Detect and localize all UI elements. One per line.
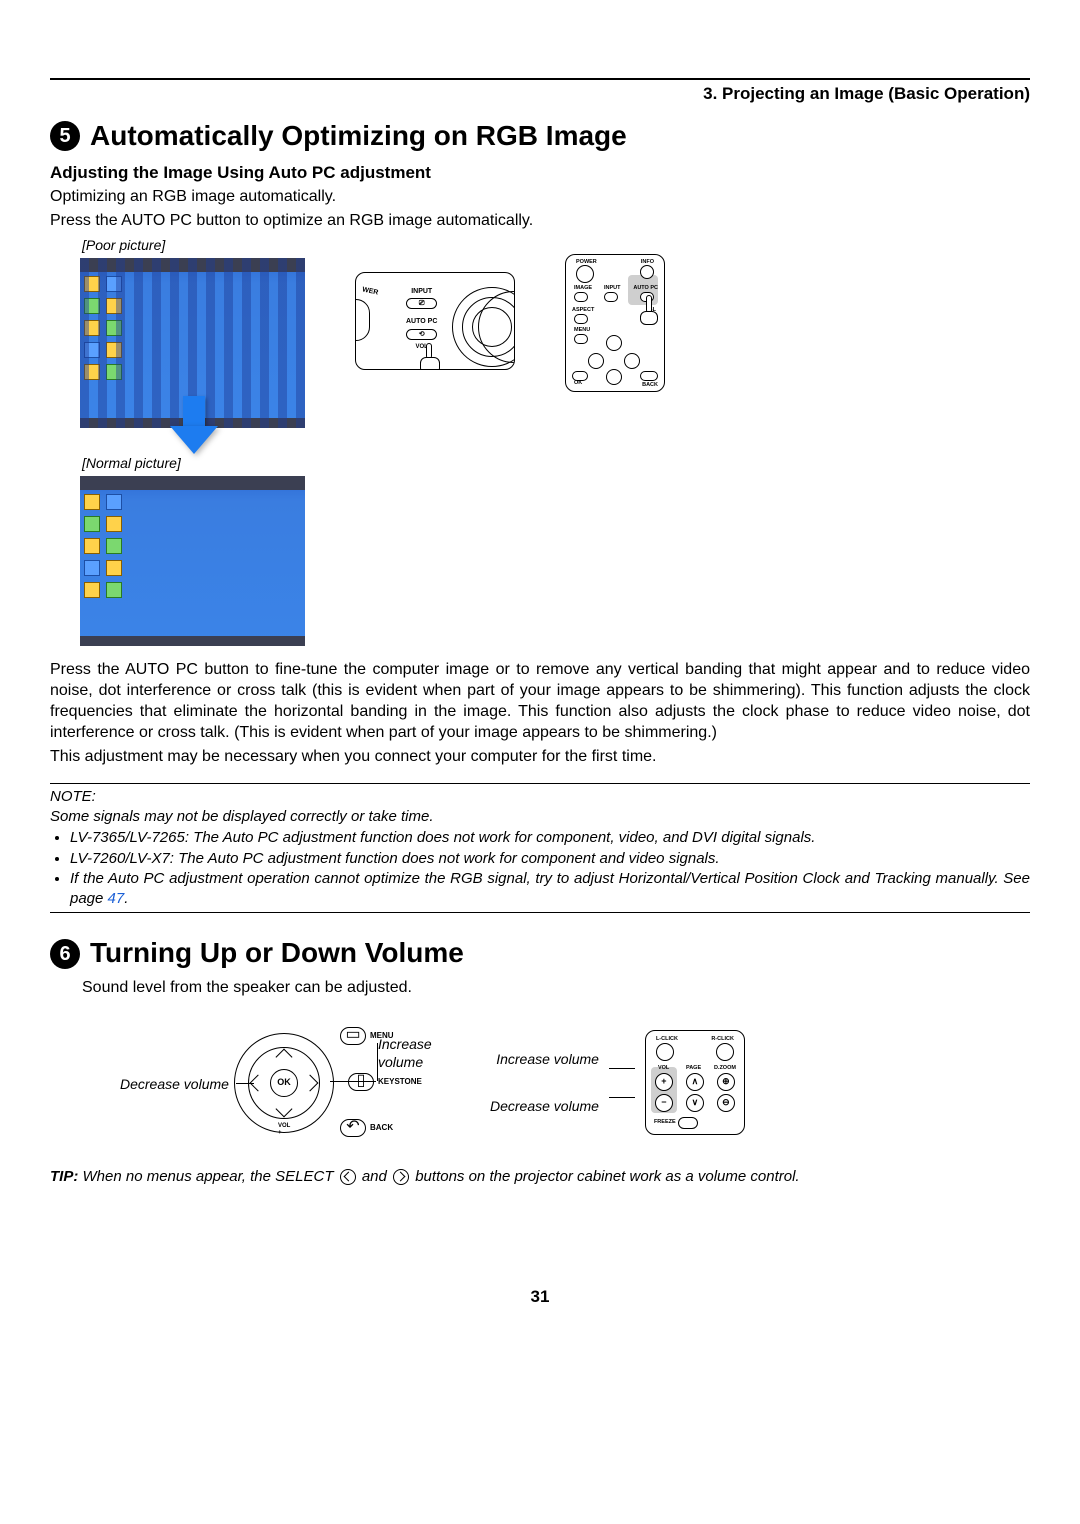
autopc-para-1: Press the AUTO PC button to fine-tune th… <box>50 660 1030 743</box>
section-6-heading: 6 Turning Up or Down Volume <box>50 935 1030 971</box>
note-bullet-3: If the Auto PC adjustment operation cann… <box>70 869 1030 908</box>
vol-label-rm: VOL <box>658 1065 669 1072</box>
page-up-icon: ∧ <box>686 1073 704 1091</box>
keystone-pill-icon: ▯ <box>348 1073 374 1091</box>
ok-button-icon: OK <box>270 1069 298 1097</box>
volume-figures-row: Decrease volume OK VOL+ ▭ MENU ▯ KEYSTON… <box>130 1023 1030 1143</box>
ok-label: OK <box>574 380 582 387</box>
input-label: INPUT <box>406 287 437 296</box>
keystone-label: KEYSTONE <box>378 1077 422 1087</box>
projector-top-diagram: WER INPUT ⎚ AUTO PC ⟲ VOL <box>355 272 515 370</box>
tip-label: TIP: <box>50 1168 78 1185</box>
remote-dec-label: Decrease volume <box>490 1097 599 1115</box>
hand-icon <box>414 343 444 370</box>
autopc-button-icon: ⟲ <box>406 329 437 340</box>
badge-5: 5 <box>50 121 80 151</box>
note-line1: Some signals may not be displayed correc… <box>50 807 1030 827</box>
normal-picture-sample <box>80 476 305 646</box>
poor-picture-caption: [Poor picture] <box>82 236 1030 254</box>
remote-volume-group: Increase volume Decrease volume L-CLICK … <box>490 1030 745 1135</box>
decrease-volume-label: Decrease volume <box>120 1075 229 1093</box>
note-bullet-1: LV-7365/LV-7265: The Auto PC adjustment … <box>70 828 1030 848</box>
back-label: BACK <box>642 382 658 389</box>
note-bullet-2: LV-7260/LV-X7: The Auto PC adjustment fu… <box>70 849 1030 869</box>
vol-minus-icon: − <box>655 1094 673 1112</box>
arrow-down-icon <box>170 396 218 454</box>
note-label: NOTE: <box>50 787 1030 807</box>
select-left-icon <box>340 1169 356 1185</box>
input-button-icon: ⎚ <box>406 298 437 309</box>
select-right-icon <box>393 1169 409 1185</box>
remote-inc-label: Increase volume <box>490 1050 599 1068</box>
section-6-title: Turning Up or Down Volume <box>90 935 464 971</box>
note-block: NOTE: Some signals may not be displayed … <box>50 783 1030 913</box>
zoom-in-icon: ⊕ <box>717 1073 735 1091</box>
badge-6: 6 <box>50 939 80 969</box>
page-down-icon: ∨ <box>686 1094 704 1112</box>
section-5-subhead: Adjusting the Image Using Auto PC adjust… <box>50 162 1030 184</box>
tip-line: TIP: When no menus appear, the SELECT an… <box>50 1167 1030 1187</box>
projector-control-pad: Decrease volume OK VOL+ ▭ MENU ▯ KEYSTON… <box>130 1023 430 1143</box>
sound-line: Sound level from the speaker can be adju… <box>82 978 1030 999</box>
normal-picture-caption: [Normal picture] <box>82 454 1030 472</box>
lclick-label: L-CLICK <box>656 1036 678 1043</box>
autopc-label: AUTO PC <box>406 317 437 326</box>
autopc-para-2: This adjustment may be necessary when yo… <box>50 747 1030 768</box>
hand-icon-remote <box>636 295 660 325</box>
figure-row-top: WER INPUT ⎚ AUTO PC ⟲ VOL POWER INFO IMA… <box>80 254 1030 428</box>
power-button-icon <box>576 265 594 283</box>
freeze-label: FREEZE <box>654 1119 676 1126</box>
remote-bottom-diagram: L-CLICK R-CLICK VOL PAGE D.ZOOM + ∧ ⊕ − … <box>645 1030 745 1135</box>
page-47-link[interactable]: 47 <box>108 890 125 907</box>
header-rule: 3. Projecting an Image (Basic Operation) <box>50 78 1030 80</box>
remote-diagram: POWER INFO IMAGE INPUT AUTO PC ASPECT BL… <box>565 254 665 392</box>
header-section-title: 3. Projecting an Image (Basic Operation) <box>703 83 1030 105</box>
section-5-title: Automatically Optimizing on RGB Image <box>90 118 627 154</box>
section-5-heading: 5 Automatically Optimizing on RGB Image <box>50 118 1030 154</box>
dzoom-label: D.ZOOM <box>714 1065 736 1072</box>
zoom-out-icon: ⊖ <box>717 1094 735 1112</box>
page-number: 31 <box>50 1286 1030 1308</box>
page-label: PAGE <box>686 1065 701 1072</box>
intro-line-1: Optimizing an RGB image automatically. <box>50 187 1030 208</box>
wer-label: WER <box>361 286 379 298</box>
vol-plus-label: VOL+ <box>278 1123 290 1139</box>
vol-plus-icon: + <box>655 1073 673 1091</box>
increase-volume-label: Increase volume <box>378 1035 432 1071</box>
menu-pill-icon: ▭ <box>340 1027 366 1045</box>
back-label-pad: BACK <box>370 1123 393 1133</box>
back-pill-icon: ↶ <box>340 1119 366 1137</box>
intro-line-2: Press the AUTO PC button to optimize an … <box>50 211 1030 232</box>
lens-rings <box>452 287 515 367</box>
